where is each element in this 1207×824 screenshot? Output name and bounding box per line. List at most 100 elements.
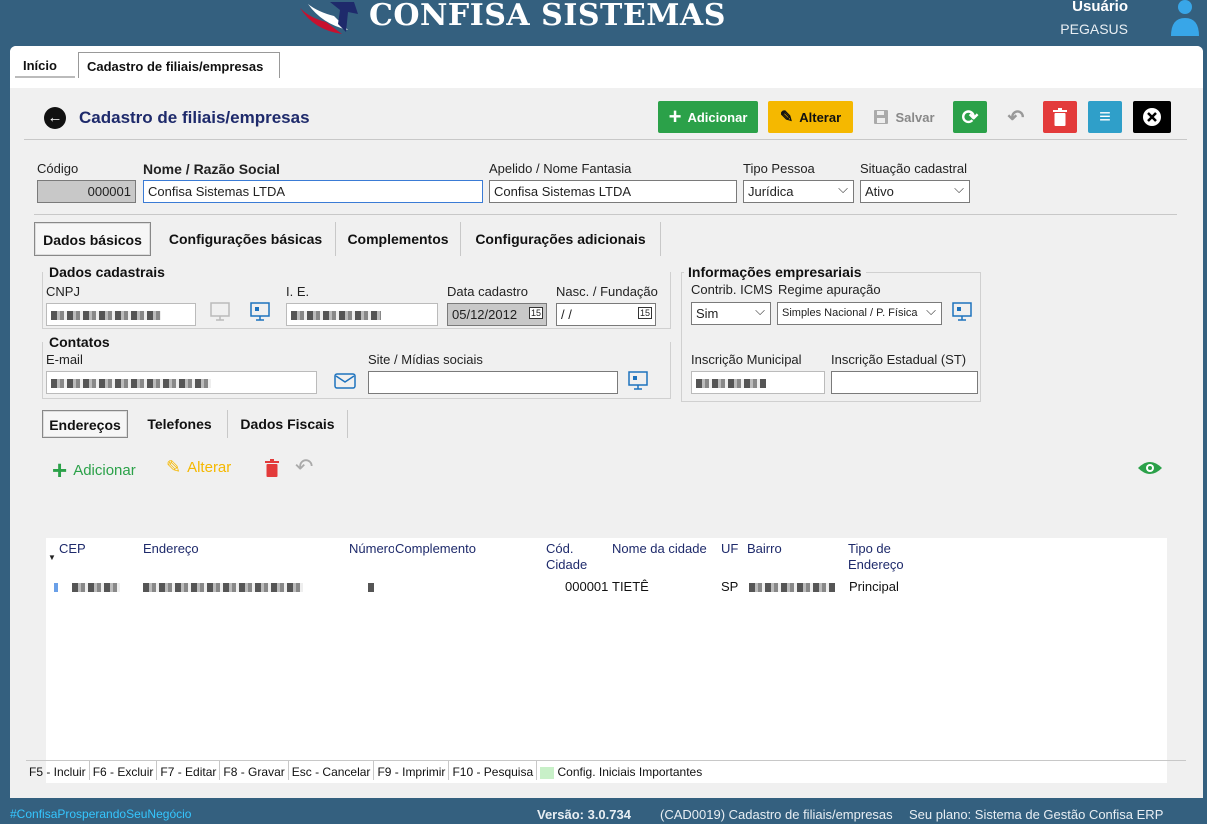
config-iniciais-link[interactable]: Config. Iniciais Importantes [537,761,705,780]
situacao-label: Situação cadastral [860,161,967,176]
situacao-select[interactable]: Ativo [860,180,970,203]
table-row[interactable]: 000001 TIETÊ SP Principal [46,578,939,597]
col-endereco[interactable]: Endereço [143,541,199,557]
col-complemento[interactable]: Complemento [395,541,476,557]
apelido-label: Apelido / Nome Fantasia [489,161,632,176]
cnpj-field[interactable] [46,303,196,326]
codigo-field: 000001 [37,180,136,203]
add-button-label: Adicionar [687,109,748,125]
tab-telefones[interactable]: Telefones [132,410,228,438]
ie-value-redacted [291,311,381,321]
fkey-f7[interactable]: F7 - Editar [157,761,221,780]
back-arrow-icon[interactable]: ← [44,107,66,129]
refresh-icon: ⟳ [961,106,979,129]
main-window: Início Cadastro de filiais/empresas ← Ca… [10,46,1203,798]
inscricao-estadual-st-label: Inscrição Estadual (ST) [831,352,967,367]
hamburger-icon: ≡ [1099,105,1111,128]
monitor-search-icon[interactable] [952,302,974,322]
inscricao-estadual-st-field[interactable] [831,371,978,394]
config-iniciais-label: Config. Iniciais Importantes [557,765,703,779]
page-title: Cadastro de filiais/empresas [79,108,310,127]
trash-icon [1053,108,1067,126]
nome-field[interactable]: Confisa Sistemas LTDA [143,180,483,203]
addresses-grid: ▼ CEP Endereço Número Complemento Cód. Ci… [46,538,1167,783]
address-undo-icon[interactable]: ↶ [295,454,313,480]
site-field[interactable] [368,371,618,394]
contatos-title: Contatos [45,334,114,350]
close-button[interactable] [1133,101,1171,133]
user-label: Usuário [1072,0,1128,15]
user-avatar-icon[interactable] [1170,0,1200,38]
sort-arrow-icon[interactable]: ▼ [48,553,56,562]
monitor-link-icon[interactable] [628,371,650,391]
plus-icon: + [668,104,682,129]
fkey-esc[interactable]: Esc - Cancelar [289,761,375,780]
fkey-f10[interactable]: F10 - Pesquisa [449,761,538,780]
add-button[interactable]: + Adicionar [658,101,758,133]
refresh-button[interactable]: ⟳ [953,101,987,133]
dados-cadastrais-title: Dados cadastrais [45,264,169,280]
address-edit-button[interactable]: ✎ Alterar [166,457,231,478]
info-empresariais-title: Informações empresariais [684,264,866,280]
tab-configuracoes-basicas[interactable]: Configurações básicas [156,222,336,256]
top-bar: CONFISA SISTEMAS Usuário PEGASUS [0,0,1207,44]
regime-select[interactable]: Simples Nacional / P. Física [777,302,942,325]
save-button[interactable]: Salvar [868,101,940,133]
tab-cadastro-filiais[interactable]: Cadastro de filiais/empresas [78,52,280,78]
fkey-f6[interactable]: F6 - Excluir [90,761,158,780]
col-cod-cidade-line2: Cidade [546,557,588,572]
col-uf[interactable]: UF [721,541,738,557]
tipo-pessoa-select[interactable]: Jurídica [743,180,854,203]
envelope-icon[interactable] [334,371,356,391]
tab-complementos[interactable]: Complementos [336,222,461,256]
apelido-field[interactable]: Confisa Sistemas LTDA [489,180,737,203]
col-cidade[interactable]: Nome da cidade [612,541,707,557]
plan-text: Seu plano: Sistema de Gestão Confisa ERP… [909,807,1164,824]
fkey-f5[interactable]: F5 - Incluir [26,761,90,780]
undo-button[interactable]: ↶ [999,101,1033,133]
col-cod-cidade[interactable]: Cód. Cidade [546,541,587,573]
address-add-button[interactable]: + Adicionar [52,457,136,483]
tipo-pessoa-label: Tipo Pessoa [743,161,815,176]
col-tipo-line1: Tipo de [848,541,891,556]
user-name: PEGASUS [1060,21,1128,37]
save-button-label: Salvar [895,109,935,125]
tab-inicio[interactable]: Início [15,52,75,78]
endereco-redacted [143,583,303,592]
cnpj-label: CNPJ [46,284,80,299]
edit-button[interactable]: ✎ Alterar [768,101,853,133]
edit-button-label: Alterar [799,109,842,125]
col-bairro[interactable]: Bairro [747,541,782,557]
col-cod-cidade-line1: Cód. [546,541,574,556]
tab-enderecos[interactable]: Endereços [42,410,128,438]
inscricao-municipal-label: Inscrição Municipal [691,352,802,367]
col-numero[interactable]: Número [349,541,394,557]
delete-button[interactable] [1043,101,1077,133]
col-tipo[interactable]: Tipo de Endereço [848,541,904,573]
hashtag-link[interactable]: #ConfisaProsperandoSeuNegócio [10,807,191,821]
situacao-value: Ativo [865,184,894,199]
tab-configuracoes-adicionais[interactable]: Configurações adicionais [461,222,661,256]
nome-label: Nome / Razão Social [143,161,280,177]
calendar-icon[interactable]: 15 [637,307,652,319]
eye-icon[interactable] [1137,460,1163,476]
col-cep[interactable]: CEP [59,541,86,557]
ie-field[interactable] [286,303,438,326]
plus-icon: + [52,455,68,485]
icms-select[interactable]: Sim [691,302,771,325]
inscricao-municipal-field[interactable] [691,371,825,394]
tab-dados-basicos[interactable]: Dados básicos [34,222,151,256]
main-tabs: Dados básicos Configurações básicas Comp… [34,222,674,256]
menu-button[interactable]: ≡ [1088,101,1122,133]
address-delete-icon[interactable] [265,459,279,477]
monitor-search-icon[interactable] [250,302,272,322]
calendar-icon[interactable]: 15 [528,307,543,319]
fkey-f9[interactable]: F9 - Imprimir [374,761,450,780]
email-field[interactable] [46,371,317,394]
numero-redacted [368,583,374,592]
sub-tabs: Endereços Telefones Dados Fiscais [42,410,362,444]
fkey-f8[interactable]: F8 - Gravar [220,761,289,780]
tab-dados-fiscais[interactable]: Dados Fiscais [228,410,348,438]
undo-icon: ↶ [1007,106,1025,129]
nasc-fundacao-field[interactable]: / / 15 [556,303,656,326]
